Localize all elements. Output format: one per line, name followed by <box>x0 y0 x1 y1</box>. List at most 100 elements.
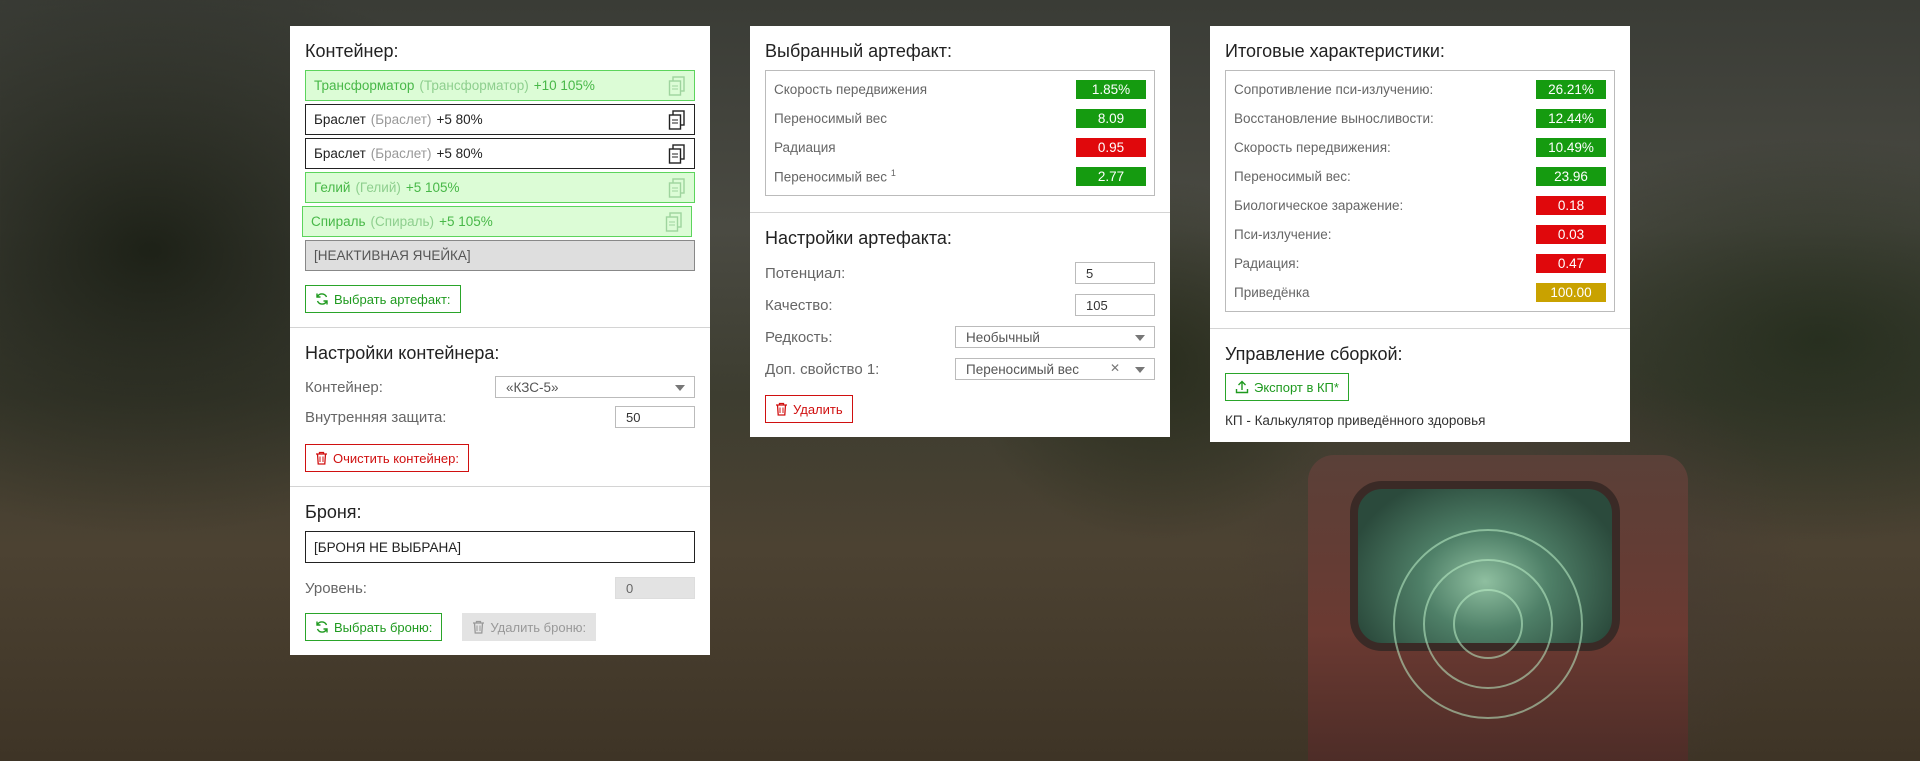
stat-value-badge: 1.85% <box>1076 80 1146 99</box>
extra-property-select[interactable]: Переносимый вес ✕ <box>955 358 1155 380</box>
clear-icon[interactable]: ✕ <box>1110 361 1120 375</box>
trash-icon <box>316 451 327 465</box>
container-settings-title: Настройки контейнера: <box>305 343 500 363</box>
armor-display[interactable]: [БРОНЯ НЕ ВЫБРАНА] <box>305 531 695 563</box>
artifact-slot[interactable]: Браслет (Браслет) +5 80% <box>305 104 695 135</box>
remove-armor-label: Удалить броню: <box>490 619 587 635</box>
rarity-select[interactable]: Необычный <box>955 326 1155 348</box>
stat-label: Радиация: <box>1234 256 1300 271</box>
stat-value-badge: 8.09 <box>1076 109 1146 128</box>
container-settings-section: Настройки контейнера: Контейнер: «КЗС-5»… <box>290 327 710 486</box>
choose-armor-label: Выбрать броню: <box>334 619 433 635</box>
level-label: Уровень: <box>305 579 367 597</box>
slot-name: Гелий <box>314 180 351 195</box>
container-label: Контейнер: <box>305 378 383 396</box>
artifact-slot[interactable]: Спираль (Спираль) +5 105% <box>302 206 692 237</box>
potential-label: Потенциал: <box>765 264 846 282</box>
refresh-icon <box>316 293 328 305</box>
calculator-note: КП - Калькулятор приведённого здоровья <box>1225 413 1486 428</box>
build-management-section: Управление сборкой: Экспорт в КП* КП - К… <box>1210 328 1630 442</box>
slot-level: +5 80% <box>436 112 483 127</box>
stat-label: Приведёнка <box>1234 285 1310 300</box>
inactive-slot: [НЕАКТИВНАЯ ЯЧЕЙКА] <box>305 240 695 271</box>
stat-row: Приведёнка 100.00 <box>1234 278 1606 307</box>
stat-value-badge: 100.00 <box>1536 283 1606 302</box>
container-title: Контейнер: <box>305 41 399 61</box>
delete-artifact-button[interactable]: Удалить <box>765 395 853 423</box>
stat-row: Переносимый вес 8.09 <box>774 104 1146 133</box>
background-detector-device <box>1308 455 1688 761</box>
artifact-slot[interactable]: Трансформатор (Трансформатор) +10 105% <box>305 70 695 101</box>
summary-section: Итоговые характеристики: Сопротивление п… <box>1210 26 1630 328</box>
caret-down-icon <box>1135 335 1145 341</box>
stat-value-badge: 23.96 <box>1536 167 1606 186</box>
stat-value-badge: 0.03 <box>1536 225 1606 244</box>
stat-row: Восстановление выносливости: 12.44% <box>1234 104 1606 133</box>
slot-original-name: (Браслет) <box>370 146 432 161</box>
extra-property-label: Доп. свойство 1: <box>765 360 880 378</box>
stat-row: Радиация 0.95 <box>774 133 1146 162</box>
artifact-settings-title: Настройки артефакта: <box>765 228 952 248</box>
stat-value-badge: 26.21% <box>1536 80 1606 99</box>
stat-row: Переносимый вес 1 2.77 <box>774 162 1146 191</box>
stat-value-badge: 12.44% <box>1536 109 1606 128</box>
slot-original-name: (Трансформатор) <box>419 78 529 93</box>
extra-property-value: Переносимый вес <box>966 361 1080 377</box>
stat-label-wrapper: Переносимый вес 1 <box>774 168 896 185</box>
export-button[interactable]: Экспорт в КП* <box>1225 373 1349 401</box>
copy-icon[interactable] <box>665 212 683 232</box>
trash-icon <box>473 620 485 634</box>
stat-label: Пси-излучение: <box>1234 227 1332 242</box>
upload-icon <box>1235 380 1249 394</box>
stat-row: Сопротивление пси-излучению: 26.21% <box>1234 75 1606 104</box>
stat-value-badge: 10.49% <box>1536 138 1606 157</box>
caret-down-icon <box>1135 367 1145 373</box>
summary-title: Итоговые характеристики: <box>1225 41 1445 61</box>
stat-label: Скорость передвижения: <box>1234 140 1391 155</box>
stat-row: Переносимый вес: 23.96 <box>1234 162 1606 191</box>
stat-value-badge: 0.18 <box>1536 196 1606 215</box>
copy-icon[interactable] <box>668 76 686 96</box>
armor-section: Броня: [БРОНЯ НЕ ВЫБРАНА] Уровень: 0 Выб… <box>290 486 710 655</box>
level-input: 0 <box>615 577 695 599</box>
potential-input[interactable]: 5 <box>1075 262 1155 284</box>
artifact-slot[interactable]: Гелий (Гелий) +5 105% <box>305 172 695 203</box>
choose-artifact-button[interactable]: Выбрать артефакт: <box>305 285 461 313</box>
artifact-panel: Выбранный артефакт: Скорость передвижени… <box>750 26 1170 437</box>
stat-label: Радиация <box>774 140 836 155</box>
protection-input[interactable]: 50 <box>615 406 695 428</box>
copy-icon[interactable] <box>668 110 686 130</box>
container-section: Контейнер: Трансформатор (Трансформатор)… <box>290 26 710 327</box>
slot-level: +5 80% <box>436 146 483 161</box>
choose-armor-button[interactable]: Выбрать броню: <box>305 613 443 641</box>
artifact-slot[interactable]: Браслет (Браслет) +5 80% <box>305 138 695 169</box>
stat-footnote: 1 <box>890 168 896 179</box>
slot-name: Браслет <box>314 146 366 161</box>
container-select[interactable]: «КЗС-5» <box>495 376 695 398</box>
slot-name: Спираль <box>311 214 366 229</box>
stat-value-badge: 0.47 <box>1536 254 1606 273</box>
artifact-settings-section: Настройки артефакта: Потенциал: 5 Качест… <box>750 212 1170 437</box>
slot-level: +5 105% <box>439 214 493 229</box>
detector-screen <box>1350 481 1620 719</box>
remove-armor-button[interactable]: Удалить броню: <box>462 613 597 641</box>
caret-down-icon <box>675 385 685 391</box>
choose-artifact-label: Выбрать артефакт: <box>334 291 451 307</box>
slot-original-name: (Браслет) <box>370 112 432 127</box>
stat-row: Радиация: 0.47 <box>1234 249 1606 278</box>
copy-icon[interactable] <box>668 178 686 198</box>
stat-label: Переносимый вес <box>774 111 888 126</box>
stat-label: Скорость передвижения <box>774 82 928 97</box>
trash-icon <box>776 402 787 416</box>
stat-row: Пси-излучение: 0.03 <box>1234 220 1606 249</box>
armor-title: Броня: <box>305 502 362 522</box>
slot-level: +10 105% <box>533 78 595 93</box>
stat-label: Восстановление выносливости: <box>1234 111 1434 126</box>
stat-label: Биологическое заражение: <box>1234 198 1404 213</box>
copy-icon[interactable] <box>668 144 686 164</box>
stat-value-badge: 2.77 <box>1076 167 1146 186</box>
selected-artifact-title: Выбранный артефакт: <box>765 41 952 61</box>
slot-name: [НЕАКТИВНАЯ ЯЧЕЙКА] <box>314 248 471 263</box>
quality-input[interactable]: 105 <box>1075 294 1155 316</box>
clear-container-button[interactable]: Очистить контейнер: <box>305 444 469 472</box>
